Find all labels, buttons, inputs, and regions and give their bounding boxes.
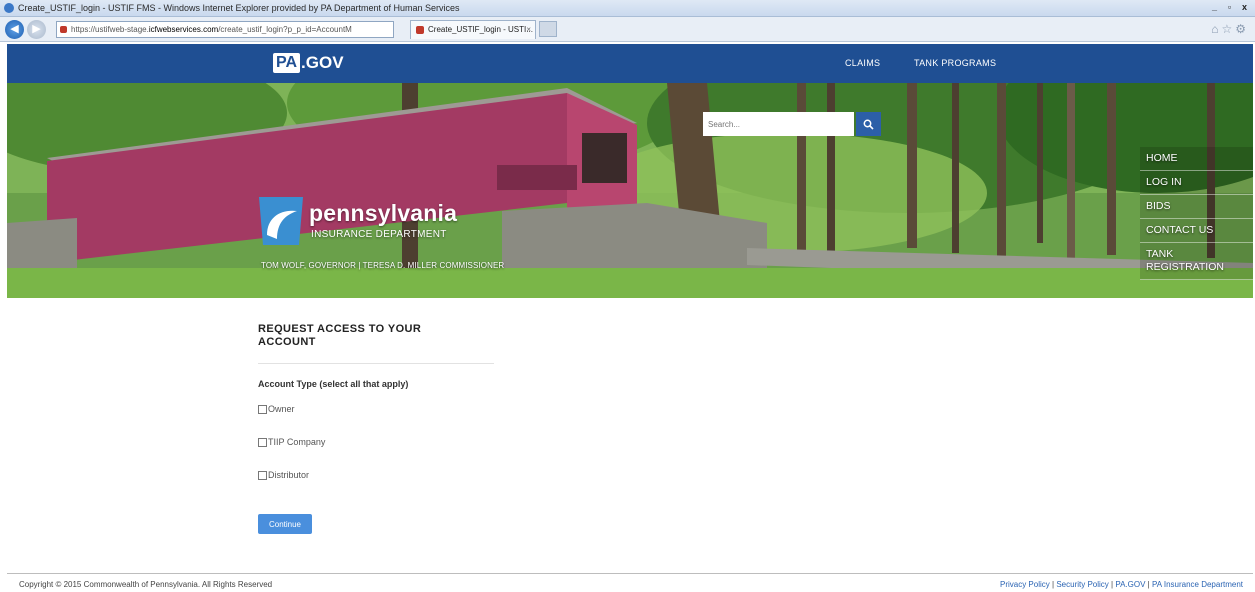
copyright-text: Copyright © 2015 Commonwealth of Pennsyl…: [19, 580, 273, 589]
option-owner[interactable]: Owner: [258, 404, 295, 414]
covered-bridge-forest-illustration: [7, 83, 1253, 298]
side-menu-tank-registration[interactable]: TANK REGISTRATION: [1140, 243, 1253, 280]
logo-gov: .GOV: [301, 53, 344, 72]
side-menu-log-in[interactable]: LOG IN: [1140, 171, 1253, 195]
footer-separator: |: [1111, 580, 1114, 589]
address-bar: ◀ ▶ https://ustifweb-stage.icfwebservice…: [0, 17, 1255, 42]
footer-separator: |: [1147, 580, 1150, 589]
governor-line: TOM WOLF, GOVERNOR | TERESA D. MILLER CO…: [261, 261, 505, 270]
tab-favicon-icon: [416, 26, 424, 34]
nav-tank-programs[interactable]: TANK PROGRAMS: [914, 58, 996, 68]
brand-subtitle: INSURANCE DEPARTMENT: [311, 229, 447, 240]
footer-links: Privacy Policy | Security Policy | PA.GO…: [1000, 580, 1243, 589]
site-favicon-icon: [60, 26, 67, 33]
hero-banner: pennsylvania INSURANCE DEPARTMENT TOM WO…: [7, 83, 1253, 298]
footer-divider: [7, 573, 1253, 574]
side-menu: HOME LOG IN BIDS CONTACT US TANK REGISTR…: [1140, 147, 1253, 280]
browser-toolbar-icons[interactable]: ⌂☆⚙: [1211, 22, 1249, 36]
close-window-button[interactable]: x: [1238, 2, 1251, 14]
window-title: Create_USTIF_login - USTIF FMS - Windows…: [18, 3, 460, 13]
footer-link-privacy-policy[interactable]: Privacy Policy: [1000, 580, 1050, 589]
home-icon[interactable]: ⌂: [1211, 22, 1221, 36]
pa-gov-logo[interactable]: PA .GOV: [273, 53, 344, 73]
maximize-button[interactable]: ▫: [1223, 2, 1236, 14]
side-menu-bids[interactable]: BIDS: [1140, 195, 1253, 219]
page-title: REQUEST ACCESS TO YOUR ACCOUNT: [258, 323, 422, 348]
top-navigation: PA .GOV CLAIMS TANK PROGRAMS: [7, 44, 1253, 83]
keystone-logo-icon: [259, 197, 303, 245]
footer-link-security-policy[interactable]: Security Policy: [1056, 580, 1108, 589]
window-controls: _ ▫ x: [1208, 2, 1251, 14]
new-tab-button[interactable]: [539, 21, 557, 37]
ie-icon: [4, 3, 14, 13]
search-icon: [863, 119, 874, 130]
url-host: icfwebservices.com: [148, 25, 219, 34]
nav-claims[interactable]: CLAIMS: [845, 58, 880, 68]
url-field[interactable]: https://ustifweb-stage.icfwebservices.co…: [56, 21, 394, 38]
forward-button[interactable]: ▶: [27, 20, 46, 39]
option-tiip-company[interactable]: TIIP Company: [258, 437, 325, 447]
logo-pa: PA: [273, 53, 301, 73]
footer-link-pa-gov[interactable]: PA.GOV: [1115, 580, 1145, 589]
tab-close-icon[interactable]: ×: [526, 21, 531, 39]
continue-button[interactable]: Continue: [258, 514, 312, 534]
minimize-button[interactable]: _: [1208, 2, 1221, 14]
insurance-department-brand: pennsylvania INSURANCE DEPARTMENT: [255, 195, 485, 247]
brand-name: pennsylvania: [309, 200, 458, 226]
tiip-company-checkbox[interactable]: [258, 437, 267, 447]
tiip-company-label: TIIP Company: [268, 437, 326, 447]
footer-separator: |: [1052, 580, 1055, 589]
url-prefix: https://ustifweb-stage.: [71, 25, 149, 34]
form-divider: [258, 363, 494, 364]
side-menu-contact-us[interactable]: CONTACT US: [1140, 219, 1253, 243]
account-type-label: Account Type (select all that apply): [258, 379, 409, 389]
back-button[interactable]: ◀: [5, 20, 24, 39]
tab-title: Create_USTIF_login - USTI...: [428, 25, 533, 34]
browser-tab[interactable]: Create_USTIF_login - USTI... ×: [410, 20, 536, 39]
url-path: /create_ustif_login?p_p_id=AccountM: [218, 25, 352, 34]
option-distributor[interactable]: Distributor: [258, 470, 309, 480]
search-input[interactable]: [703, 112, 854, 136]
gear-icon[interactable]: ⚙: [1235, 22, 1249, 36]
owner-checkbox[interactable]: [258, 404, 267, 414]
footer-link-pa-insurance-department[interactable]: PA Insurance Department: [1152, 580, 1243, 589]
owner-label: Owner: [268, 404, 295, 414]
star-icon[interactable]: ☆: [1221, 22, 1235, 36]
distributor-checkbox[interactable]: [258, 470, 267, 480]
search-button[interactable]: [856, 112, 881, 136]
distributor-label: Distributor: [268, 470, 310, 480]
window-title-bar: Create_USTIF_login - USTIF FMS - Windows…: [0, 0, 1255, 17]
side-menu-home[interactable]: HOME: [1140, 147, 1253, 171]
